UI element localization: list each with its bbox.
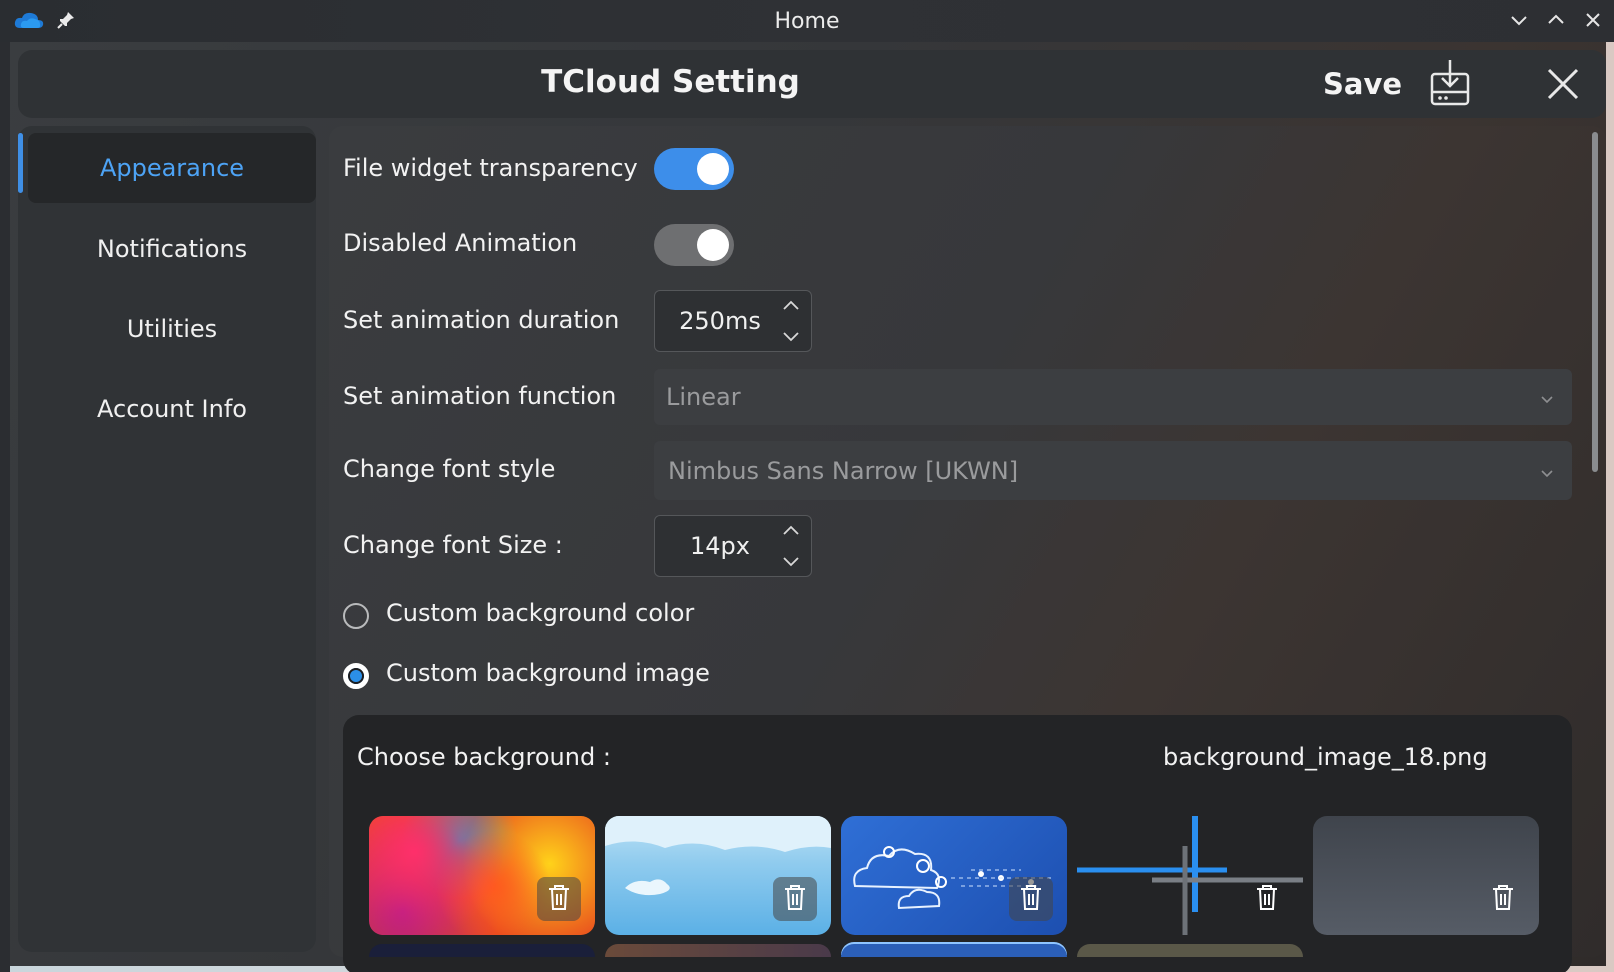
- animation-duration-spinbox[interactable]: 250ms: [654, 290, 812, 352]
- background-thumbnail[interactable]: [841, 816, 1067, 935]
- custom-background-image-label[interactable]: Custom background image: [386, 659, 710, 687]
- page-title: TCloud Setting: [541, 64, 800, 100]
- background-thumbnail[interactable]: [369, 816, 595, 935]
- chevron-down-icon: [1540, 389, 1554, 408]
- save-download-icon: [1430, 58, 1470, 110]
- sidebar-item-utilities[interactable]: Utilities: [28, 294, 316, 364]
- custom-background-image-radio[interactable]: [343, 663, 369, 689]
- animation-function-select[interactable]: Linear: [654, 369, 1572, 425]
- sidebar-item-label: Account Info: [97, 395, 247, 423]
- toggle-knob: [697, 153, 729, 185]
- file-widget-transparency-toggle[interactable]: [654, 148, 734, 190]
- font-size-label: Change font Size :: [343, 531, 563, 559]
- spin-arrows[interactable]: [781, 299, 801, 343]
- custom-background-color-label[interactable]: Custom background color: [386, 599, 694, 627]
- settings-sidebar: Appearance Notifications Utilities Accou…: [18, 126, 316, 952]
- settings-header: TCloud Setting Save: [18, 50, 1606, 118]
- scrollbar[interactable]: [1592, 132, 1598, 472]
- app-window: Home TCloud Setting Save Appearance Noti…: [0, 0, 1614, 972]
- delete-background-button[interactable]: [1009, 877, 1053, 921]
- minimize-chevron-icon[interactable]: [1508, 9, 1530, 31]
- background-thumbnail[interactable]: [1077, 944, 1303, 957]
- window-close-icon[interactable]: [1582, 9, 1604, 31]
- window-title: Home: [774, 9, 840, 34]
- toggle-knob: [697, 229, 729, 261]
- window-titlebar: Home: [0, 0, 1614, 42]
- background-window-edge: [0, 42, 10, 972]
- font-style-value: Nimbus Sans Narrow [UKWN]: [668, 457, 1019, 485]
- font-style-select[interactable]: Nimbus Sans Narrow [UKWN]: [654, 441, 1572, 500]
- close-icon: [1543, 68, 1583, 108]
- save-label: Save: [1323, 67, 1403, 101]
- background-thumbnail[interactable]: [1077, 816, 1303, 935]
- animation-duration-value: 250ms: [679, 307, 761, 335]
- delete-background-button[interactable]: [537, 877, 581, 921]
- animation-duration-label: Set animation duration: [343, 306, 620, 334]
- background-thumbnail[interactable]: [605, 816, 831, 935]
- delete-background-button[interactable]: [773, 877, 817, 921]
- selected-background-filename: background_image_18.png: [1163, 743, 1488, 771]
- background-thumbnail[interactable]: [841, 944, 1067, 957]
- trash-icon: [1255, 883, 1279, 915]
- trash-icon: [1491, 883, 1515, 915]
- animation-function-label: Set animation function: [343, 382, 617, 410]
- trash-icon: [547, 883, 571, 915]
- maximize-chevron-icon[interactable]: [1545, 9, 1567, 31]
- sidebar-item-label: Notifications: [96, 235, 248, 263]
- file-widget-transparency-label: File widget transparency: [343, 154, 638, 182]
- close-button[interactable]: [1543, 64, 1583, 104]
- trash-icon: [1019, 883, 1043, 915]
- sidebar-item-label: Utilities: [126, 315, 218, 343]
- disabled-animation-label: Disabled Animation: [343, 229, 578, 257]
- font-style-label: Change font style: [343, 455, 556, 483]
- font-size-value: 14px: [690, 532, 750, 560]
- trash-icon: [783, 883, 807, 915]
- choose-background-label: Choose background :: [357, 743, 611, 771]
- custom-background-color-radio[interactable]: [343, 603, 369, 629]
- active-indicator: [18, 133, 23, 193]
- font-size-spinbox[interactable]: 14px: [654, 515, 812, 577]
- sidebar-item-label: Appearance: [99, 154, 245, 182]
- sidebar-item-appearance[interactable]: Appearance: [28, 133, 316, 203]
- sidebar-item-notifications[interactable]: Notifications: [28, 214, 316, 284]
- delete-background-button[interactable]: [1481, 877, 1525, 921]
- spin-arrows[interactable]: [781, 524, 801, 568]
- save-button[interactable]: Save: [1323, 58, 1483, 110]
- chevron-down-icon: [1540, 463, 1554, 482]
- disabled-animation-toggle[interactable]: [654, 224, 734, 266]
- background-thumbnail[interactable]: [369, 944, 595, 957]
- animation-function-value: Linear: [666, 383, 741, 411]
- background-thumbnail[interactable]: [605, 944, 831, 957]
- delete-background-button[interactable]: [1245, 877, 1289, 921]
- background-thumbnail[interactable]: [1313, 816, 1539, 935]
- sidebar-item-account-info[interactable]: Account Info: [28, 374, 316, 444]
